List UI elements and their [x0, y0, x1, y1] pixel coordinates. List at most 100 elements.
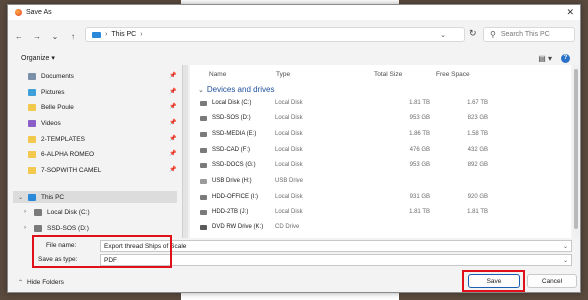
chevron-down-icon[interactable]: ⌄: [563, 257, 568, 264]
pin-icon[interactable]: 📌: [169, 72, 176, 79]
nav-item-pictures[interactable]: Pictures: [28, 85, 64, 99]
drive-free-space: 892 GB: [467, 162, 488, 168]
nav-item-label: 2-TEMPLATES: [41, 135, 85, 143]
address-bar[interactable]: › This PC › ⌄: [85, 27, 465, 42]
drive-type: Local Disk: [275, 147, 303, 153]
table-row[interactable]: SSD-CAD (F:) Local Disk 476 GB 432 GB: [190, 144, 571, 158]
nav-item-6-alpha-romeo[interactable]: 6-ALPHA ROMEO: [28, 147, 94, 161]
breadcrumb-separator-icon[interactable]: ›: [140, 31, 142, 38]
breadcrumb-separator-icon[interactable]: ›: [105, 31, 107, 38]
pin-icon[interactable]: 📌: [169, 150, 176, 157]
pin-icon[interactable]: 📌: [169, 135, 176, 142]
vertical-scrollbar[interactable]: [573, 65, 579, 238]
hard-drive-icon: [200, 132, 207, 137]
column-header-total-size[interactable]: Total Size: [374, 71, 402, 78]
table-row[interactable]: SSD-DOCS (G:) Local Disk 953 GB 892 GB: [190, 159, 571, 173]
table-row[interactable]: HDD-2TB (J:) Local Disk 1.81 TB 1.81 TB: [190, 206, 571, 220]
column-header-free-space[interactable]: Free Space: [436, 71, 470, 78]
table-row[interactable]: SSD-SOS (D:) Local Disk 953 GB 823 GB: [190, 112, 571, 126]
table-row[interactable]: SSD-MEDIA (E:) Local Disk 1.86 TB 1.58 T…: [190, 128, 571, 142]
scrollbar-thumb[interactable]: [574, 69, 578, 229]
chevron-up-icon: ⌃: [18, 280, 24, 286]
pin-icon[interactable]: 📌: [169, 119, 176, 126]
breadcrumb-this-pc[interactable]: This PC: [111, 31, 136, 38]
drive-name: DVD RW Drive (K:): [212, 224, 264, 230]
chevron-down-icon: ⌄: [198, 87, 204, 94]
dvd-drive-icon: [200, 225, 207, 230]
nav-item-this-pc[interactable]: This PC: [28, 190, 64, 204]
nav-item-7-sopwith-camel[interactable]: 7-SOPWITH CAMEL: [28, 163, 101, 177]
drive-name: HDD-OFFICE (I:): [212, 194, 258, 200]
nav-item-label: This PC: [41, 193, 65, 201]
nav-item-ssd-sos-d[interactable]: SSD-SOS (D:): [34, 221, 89, 235]
drive-name: Local Disk (C:): [212, 100, 252, 106]
table-row[interactable]: Local Disk (C:) Local Disk 1.81 TB 1.67 …: [190, 97, 571, 111]
chevron-right-icon[interactable]: ›: [24, 225, 26, 231]
nav-item-belle-poule[interactable]: Belle Poule: [28, 100, 74, 114]
help-icon[interactable]: ?: [561, 53, 570, 63]
drive-name: SSD-DOCS (G:): [212, 162, 256, 168]
title-bar: Save As ✕: [8, 5, 580, 20]
nav-item-label: Documents: [41, 72, 74, 80]
search-icon: ⚲: [490, 30, 496, 39]
up-arrow-icon[interactable]: ↑: [66, 29, 80, 43]
drive-total-size: 931 GB: [409, 194, 430, 200]
folder-icon: [28, 103, 36, 111]
computer-icon: [92, 31, 101, 38]
firefox-icon: [15, 9, 22, 16]
search-input[interactable]: ⚲ Search This PC: [483, 27, 575, 42]
hard-drive-icon: [200, 210, 207, 215]
organize-button[interactable]: Organize ▾: [21, 54, 55, 62]
videos-folder-icon: [28, 119, 36, 127]
table-row[interactable]: DVD RW Drive (K:) CD Drive: [190, 221, 571, 235]
drive-name: HDD-2TB (J:): [212, 209, 249, 215]
chevron-down-icon[interactable]: ⌄: [563, 243, 568, 250]
column-header-type[interactable]: Type: [276, 71, 290, 78]
drive-total-size: 476 GB: [409, 147, 430, 153]
pin-icon[interactable]: 📌: [169, 103, 176, 110]
pin-icon[interactable]: 📌: [169, 88, 176, 95]
nav-item-local-disk-c[interactable]: Local Disk (C:): [34, 205, 90, 219]
drive-total-size: 1.81 TB: [409, 100, 430, 106]
drive-type: CD Drive: [275, 224, 300, 230]
table-row[interactable]: HDD-OFFICE (I:) Local Disk 931 GB 920 GB: [190, 191, 571, 205]
hard-drive-icon: [200, 195, 207, 200]
nav-item-documents[interactable]: Documents: [28, 69, 74, 83]
table-row[interactable]: USB Drive (H:) USB Drive: [190, 175, 571, 189]
refresh-icon[interactable]: ↻: [469, 28, 477, 39]
folder-icon: [28, 135, 36, 143]
hard-drive-icon: [200, 101, 207, 106]
close-button[interactable]: ✕: [566, 7, 574, 18]
forward-arrow-icon[interactable]: →: [30, 29, 44, 43]
command-bar: Organize ▾ ▤ ▾ ?: [8, 51, 580, 65]
save-form: File name: Export thread Ships of Scale …: [8, 235, 580, 268]
hard-drive-icon: [200, 163, 207, 168]
drive-type: Local Disk: [275, 162, 303, 168]
hide-folders-label: Hide Folders: [27, 279, 64, 286]
back-arrow-icon[interactable]: ←: [12, 29, 26, 43]
drive-free-space: 920 GB: [467, 194, 488, 200]
nav-item-label: SSD-SOS (D:): [47, 224, 89, 232]
hard-drive-icon: [200, 116, 207, 121]
address-dropdown-chevron-icon[interactable]: ⌄: [440, 31, 446, 39]
navigation-bar: ← → ⌄ ↑ › This PC › ⌄ ↻ ⚲ Search This PC: [8, 24, 580, 48]
chevron-down-icon[interactable]: ⌄: [18, 194, 23, 201]
group-heading-devices[interactable]: ⌄ Devices and drives: [198, 85, 274, 94]
drive-type: Local Disk: [275, 209, 303, 215]
view-options-icon[interactable]: ▤ ▾: [538, 54, 552, 63]
drive-type: Local Disk: [275, 115, 303, 121]
column-header-name[interactable]: Name: [209, 71, 226, 78]
nav-item-2-templates[interactable]: 2-TEMPLATES: [28, 132, 85, 146]
highlight-annotation: [32, 235, 172, 268]
navigation-pane: Documents 📌 Pictures 📌 Belle Poule 📌 Vid…: [8, 65, 180, 238]
pin-icon[interactable]: 📌: [169, 166, 176, 173]
hide-folders-button[interactable]: ⌃ Hide Folders: [18, 279, 64, 286]
chevron-right-icon[interactable]: ›: [24, 209, 26, 215]
cancel-button[interactable]: Cancel: [527, 274, 577, 288]
highlight-annotation: [462, 270, 525, 292]
pane-splitter[interactable]: [182, 65, 188, 238]
nav-item-label: Videos: [41, 119, 61, 127]
nav-item-videos[interactable]: Videos: [28, 116, 61, 130]
nav-item-label: Belle Poule: [41, 103, 74, 111]
recent-locations-chevron-icon[interactable]: ⌄: [48, 29, 62, 43]
